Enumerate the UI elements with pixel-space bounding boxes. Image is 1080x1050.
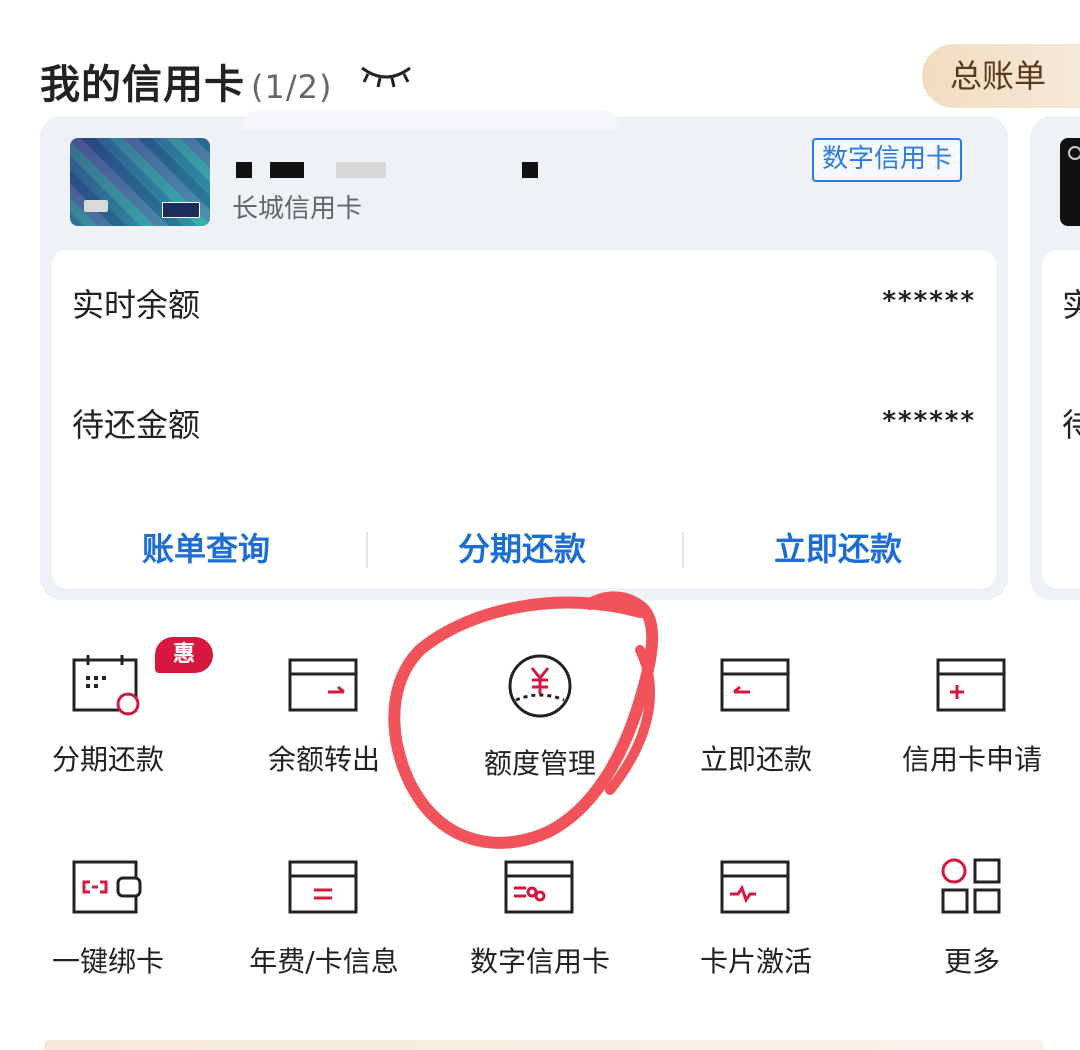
total-bill-button[interactable]: 总账单 <box>922 44 1080 108</box>
service-limit-management[interactable]: 额度管理 <box>440 654 640 782</box>
due-amount-label: 待还金额 <box>72 406 201 444</box>
card-apply-icon <box>936 658 1006 712</box>
service-label: 年费/卡信息 <box>249 945 399 978</box>
divider <box>682 532 684 568</box>
balance-panel: 实时余额 ****** 待还金额 ****** 账单查询 分期还款 立即还款 <box>52 250 996 588</box>
card-count: (1/2) <box>251 68 333 106</box>
service-label: 信用卡申请 <box>901 743 1042 776</box>
service-repay-now[interactable]: 立即还款 <box>656 654 856 778</box>
repay-now-link[interactable]: 立即还款 <box>774 524 902 570</box>
next-card-panel: 实 待 <box>1042 250 1080 588</box>
service-label: 余额转出 <box>267 743 380 776</box>
due-amount-value: ****** <box>882 406 976 436</box>
card-repay-icon <box>720 658 790 712</box>
service-card-activate[interactable]: 卡片激活 <box>656 856 856 980</box>
installment-repay-link[interactable]: 分期还款 <box>458 524 586 570</box>
more-grid-icon <box>941 858 1001 914</box>
next-card-peek[interactable]: 实 待 <box>1030 116 1080 600</box>
promo-badge: 惠 <box>155 637 213 673</box>
digital-card-badge: 数字信用卡 <box>812 138 963 182</box>
wallet-link-icon <box>72 860 142 914</box>
page-title: 我的信用卡 (1/2) <box>40 52 332 110</box>
unionpay-logo <box>162 202 200 218</box>
promo-banner-edge <box>44 1040 1044 1050</box>
divider <box>366 532 368 568</box>
card-image[interactable] <box>70 138 210 226</box>
bill-query-link[interactable]: 账单查询 <box>142 524 270 570</box>
credit-card-panel: 长城信用卡 数字信用卡 实时余额 ****** 待还金额 ****** 账单查询… <box>40 110 1008 600</box>
card-chip <box>84 200 108 212</box>
service-annual-fee-info[interactable]: 年费/卡信息 <box>224 856 424 980</box>
eye-closed-icon[interactable] <box>358 60 414 90</box>
card-transfer-out-icon <box>288 658 358 712</box>
service-digital-card[interactable]: 数字信用卡 <box>440 856 640 980</box>
card-tab-bump <box>240 110 620 130</box>
service-bind-card[interactable]: 一键绑卡 <box>8 856 208 980</box>
masked-card-number <box>522 162 538 178</box>
masked-card-number <box>270 162 304 178</box>
next-card-label: 实 <box>1062 286 1080 324</box>
service-card-apply[interactable]: 信用卡申请 <box>872 654 1072 778</box>
service-label: 立即还款 <box>699 743 812 776</box>
balance-label: 实时余额 <box>72 286 201 324</box>
service-label: 一键绑卡 <box>51 945 164 978</box>
card-name: 长城信用卡 <box>232 194 363 224</box>
page-title-text: 我的信用卡 <box>40 62 245 108</box>
card-info-icon <box>288 860 358 914</box>
service-more[interactable]: 更多 <box>872 856 1072 980</box>
service-balance-transfer[interactable]: 余额转出 <box>224 654 424 778</box>
service-label: 更多 <box>943 945 1000 978</box>
service-label: 分期还款 <box>51 743 164 776</box>
next-card-image <box>1060 138 1080 226</box>
digital-card-icon <box>504 860 574 914</box>
calendar-installment-icon <box>72 655 140 716</box>
yuan-limit-icon <box>508 654 572 718</box>
service-label: 卡片激活 <box>699 945 812 978</box>
next-card-label: 待 <box>1062 406 1080 444</box>
masked-card-number <box>236 162 252 178</box>
masked-card-number <box>336 162 386 178</box>
balance-value: ****** <box>882 286 976 316</box>
service-label: 额度管理 <box>483 747 596 780</box>
card-activate-icon <box>720 860 790 914</box>
service-label: 数字信用卡 <box>469 945 610 978</box>
